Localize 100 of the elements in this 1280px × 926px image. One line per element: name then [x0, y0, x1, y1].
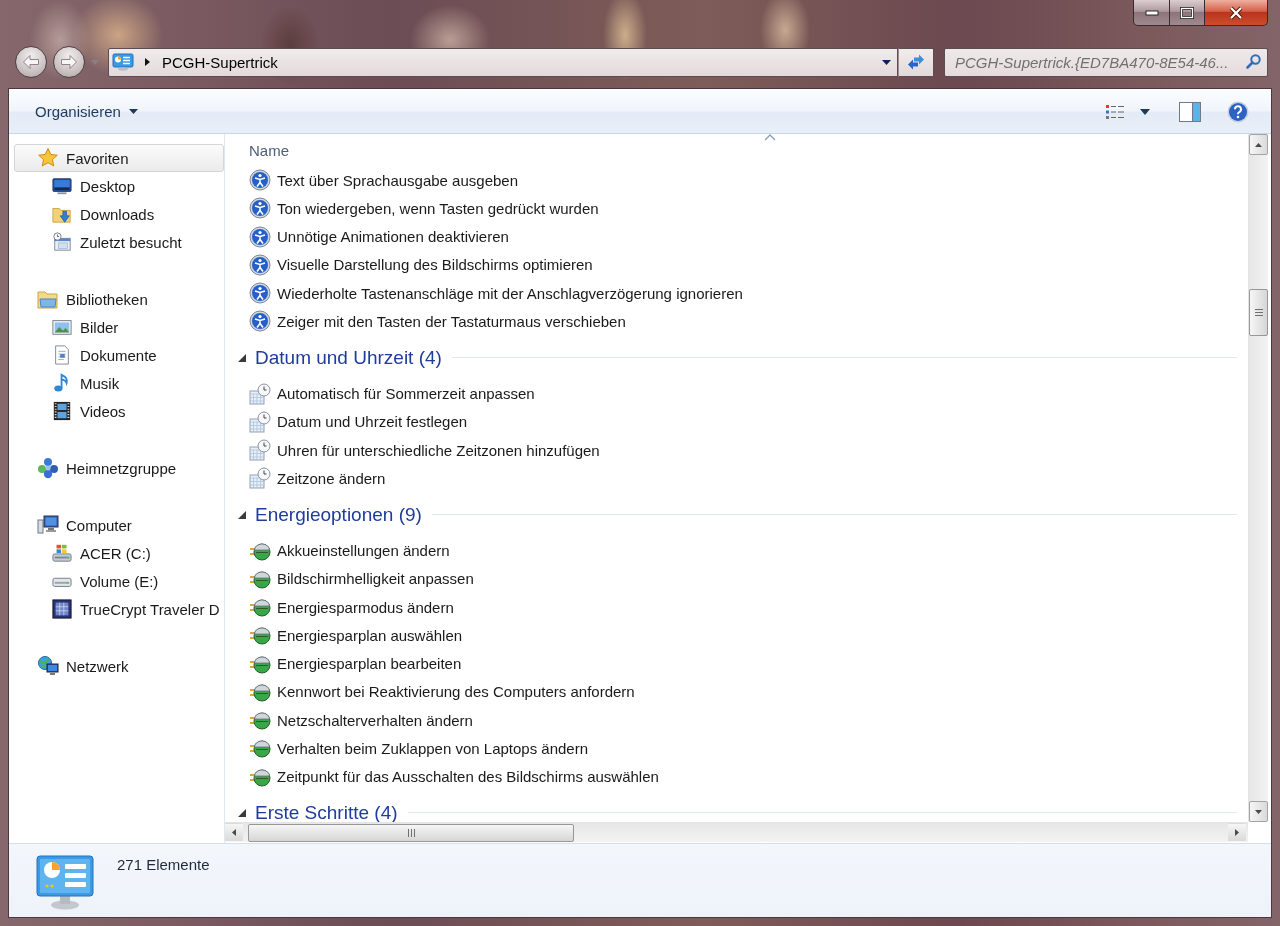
list-item[interactable]: Automatisch für Sommerzeit anpassen: [246, 379, 540, 408]
scroll-down-button[interactable]: [1249, 801, 1268, 822]
caret-icon: [128, 109, 138, 114]
item-count: 271 Elemente: [117, 856, 210, 873]
power-plug-icon: [249, 709, 271, 732]
list-item[interactable]: Zeitzone ändern: [246, 464, 391, 493]
calendar-clock-icon: [249, 410, 271, 433]
window-clock-icon: [52, 232, 72, 252]
triangle-icon[interactable]: [238, 808, 246, 817]
sidebar-item[interactable]: Videos: [14, 397, 224, 425]
list-view-icon: [1105, 103, 1125, 120]
list-item[interactable]: Zeitpunkt für das Ausschalten des Bildschirms auswählen: [246, 762, 664, 791]
sidebar-item[interactable]: Musik: [14, 369, 224, 397]
drive-flag-icon: [52, 543, 72, 563]
refresh-icon: [906, 53, 926, 71]
sidebar-item[interactable]: Favoriten: [14, 144, 224, 172]
power-plug-icon: [249, 737, 271, 760]
close-button[interactable]: [1205, 0, 1268, 26]
grid-square-icon: [52, 599, 72, 619]
monitor-icon: [35, 854, 95, 910]
search-field[interactable]: PCGH-Supertrick.{ED7BA470-8E54-46...: [944, 47, 1268, 77]
down-arrow-icon: [1255, 809, 1262, 814]
list-item[interactable]: Energiesparplan auswählen: [246, 621, 468, 650]
right-arrow-icon: [1235, 829, 1239, 836]
list-item[interactable]: Akkueinstellungen ändern: [246, 536, 455, 565]
folder-icon: [37, 288, 59, 310]
group-heading: Energieoptionen (9): [255, 503, 422, 526]
left-arrow-icon: [232, 829, 236, 836]
scroll-up-button[interactable]: [1249, 134, 1268, 155]
sidebar-item[interactable]: ACER (C:): [14, 539, 224, 567]
maximize-icon: [1180, 6, 1194, 19]
power-plug-icon: [249, 596, 271, 619]
horizontal-scrollbar[interactable]: [225, 822, 1248, 842]
sidebar-item[interactable]: Volume (E:): [14, 567, 224, 595]
group-heading: Datum und Uhrzeit (4): [255, 346, 442, 369]
monitor-icon: [52, 176, 72, 196]
sidebar-item[interactable]: Downloads: [14, 200, 224, 228]
help-icon: [1227, 100, 1249, 123]
landscape-icon: [52, 317, 72, 337]
list-item[interactable]: Unnötige Animationen deaktivieren: [246, 222, 514, 251]
sidebar-item[interactable]: Bilder: [14, 313, 224, 341]
computer-icon: [37, 514, 59, 536]
minimize-icon: [1144, 8, 1159, 17]
up-arrow-icon: [1255, 142, 1262, 147]
person-circle-icon: [249, 197, 271, 220]
sidebar-item[interactable]: TrueCrypt Traveler D: [14, 595, 224, 623]
film-icon: [52, 401, 72, 421]
maximize-button[interactable]: [1170, 0, 1205, 26]
caret-icon: [91, 59, 99, 65]
scroll-thumb[interactable]: [1249, 289, 1268, 336]
triangle-icon[interactable]: [238, 510, 246, 519]
globe-monitor-icon: [37, 655, 59, 677]
list-item[interactable]: Ton wiedergeben, wenn Tasten gedrückt wurden: [246, 194, 604, 223]
spheres-icon: [37, 457, 59, 479]
triangle-icon[interactable]: [238, 353, 246, 362]
star-icon: [37, 147, 59, 169]
group-heading: Erste Schritte (4): [255, 801, 398, 822]
person-circle-icon: [249, 253, 271, 276]
sidebar-item[interactable]: Zuletzt besucht: [14, 228, 224, 256]
sidebar-item[interactable]: Netzwerk: [14, 652, 224, 680]
person-circle-icon: [249, 225, 271, 248]
breadcrumb-item[interactable]: PCGH-Supertrick: [158, 49, 282, 75]
organize-menu[interactable]: Organisieren: [27, 96, 146, 127]
sidebar-item[interactable]: Dokumente: [14, 341, 224, 369]
list-item[interactable]: Kennwort bei Reaktivierung des Computers anfordern: [246, 677, 640, 706]
calendar-clock-icon: [249, 382, 271, 405]
sidebar-item[interactable]: Computer: [14, 511, 224, 539]
list-item[interactable]: Datum und Uhrzeit festlegen: [246, 407, 473, 436]
calendar-clock-icon: [249, 439, 271, 462]
minimize-button[interactable]: [1133, 0, 1170, 26]
vertical-scrollbar[interactable]: [1248, 134, 1268, 822]
close-icon: [1228, 5, 1244, 20]
list-item[interactable]: Verhalten beim Zuklappen von Laptops ändern: [246, 734, 594, 763]
power-plug-icon: [249, 624, 271, 647]
column-header[interactable]: Name: [249, 141, 289, 159]
sidebar-item[interactable]: Heimnetzgruppe: [14, 454, 224, 482]
caret-icon: [881, 59, 891, 65]
sidebar-item[interactable]: Bibliotheken: [14, 285, 224, 313]
right-arrow-icon: [60, 54, 78, 70]
person-circle-icon: [249, 169, 271, 192]
list-item[interactable]: Wiederholte Tastenanschläge mit der Anschlagverzögerung ignorieren: [246, 279, 748, 308]
person-circle-icon: [249, 282, 271, 305]
document-icon: [52, 345, 72, 365]
list-item[interactable]: Zeiger mit den Tasten der Tastaturmaus verschieben: [246, 307, 631, 336]
scroll-right-button[interactable]: [1228, 823, 1246, 842]
list-item[interactable]: Energiesparmodus ändern: [246, 593, 459, 622]
list-item[interactable]: Visuelle Darstellung des Bildschirms optimieren: [246, 250, 598, 279]
list-item[interactable]: Text über Sprachausgabe ausgeben: [246, 166, 523, 195]
list-item[interactable]: Netzschalterverhalten ändern: [246, 706, 478, 735]
address-bar[interactable]: PCGH-Supertrick: [108, 47, 898, 77]
left-arrow-icon: [22, 54, 40, 70]
list-item[interactable]: Uhren für unterschiedliche Zeitzonen hinzufügen: [246, 436, 605, 465]
sidebar-item[interactable]: Desktop: [14, 172, 224, 200]
monitor-icon: [112, 53, 134, 71]
refresh-button[interactable]: [898, 47, 934, 77]
scroll-thumb[interactable]: [248, 823, 574, 842]
breadcrumb-arrow-icon: [145, 58, 150, 66]
list-item[interactable]: Energiesparplan bearbeiten: [246, 649, 467, 678]
list-item[interactable]: Bildschirmhelligkeit anpassen: [246, 564, 479, 593]
scroll-left-button[interactable]: [225, 823, 243, 842]
